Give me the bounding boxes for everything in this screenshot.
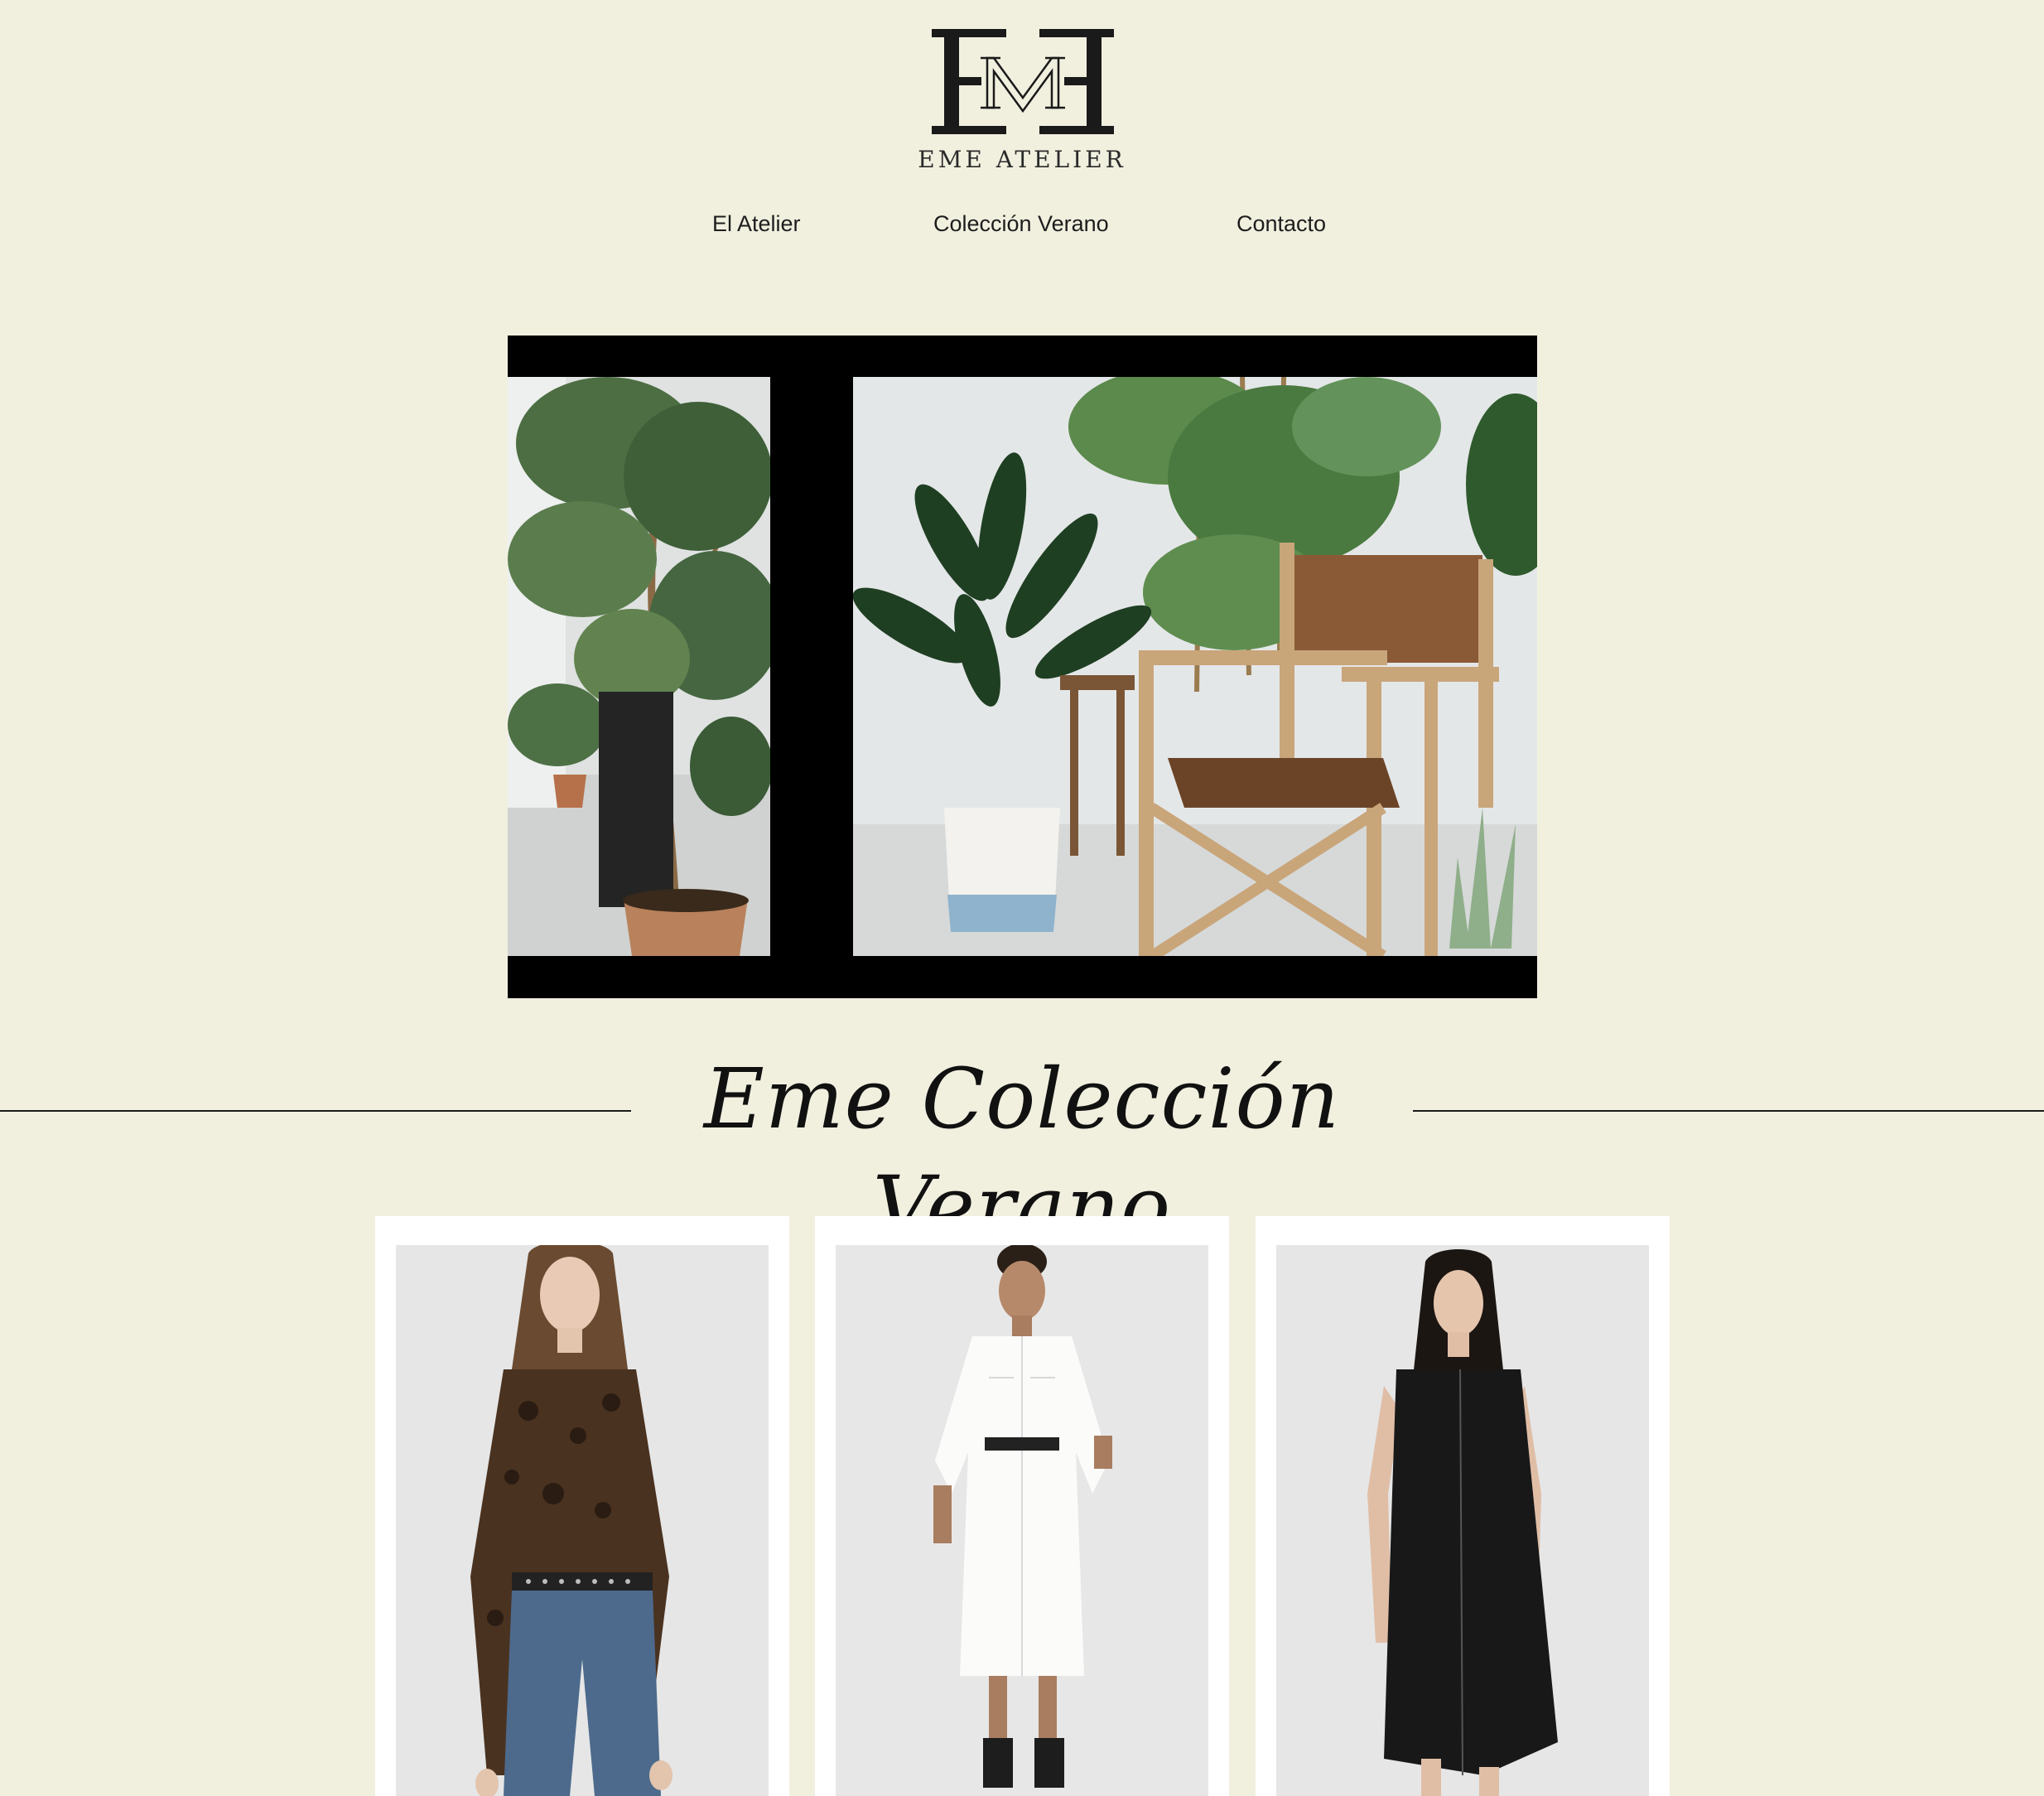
product-image-white-shirt-dress bbox=[836, 1245, 1208, 1796]
hero-image-chair-plants bbox=[853, 377, 1537, 956]
nav-item-el-atelier[interactable]: El Atelier bbox=[712, 211, 801, 237]
main-nav: El Atelier Colección Verano Contacto bbox=[0, 211, 2044, 244]
hero-image-plant-tree bbox=[508, 377, 770, 956]
hero-banner bbox=[508, 336, 1537, 998]
divider-line-left bbox=[0, 1110, 631, 1112]
nav-item-contacto[interactable]: Contacto bbox=[1237, 211, 1326, 237]
product-card[interactable] bbox=[815, 1216, 1229, 1796]
eme-monogram-logo bbox=[932, 29, 1114, 134]
product-card[interactable] bbox=[375, 1216, 789, 1796]
product-card[interactable] bbox=[1256, 1216, 1670, 1796]
product-image-black-dress bbox=[1276, 1245, 1649, 1796]
divider-line-right bbox=[1413, 1110, 2044, 1112]
brand-name: EME ATELIER bbox=[918, 146, 1126, 173]
brand-logo[interactable] bbox=[928, 25, 1118, 141]
nav-item-coleccion-verano[interactable]: Colección Verano bbox=[933, 211, 1109, 237]
product-image-leopard-top bbox=[396, 1245, 769, 1796]
